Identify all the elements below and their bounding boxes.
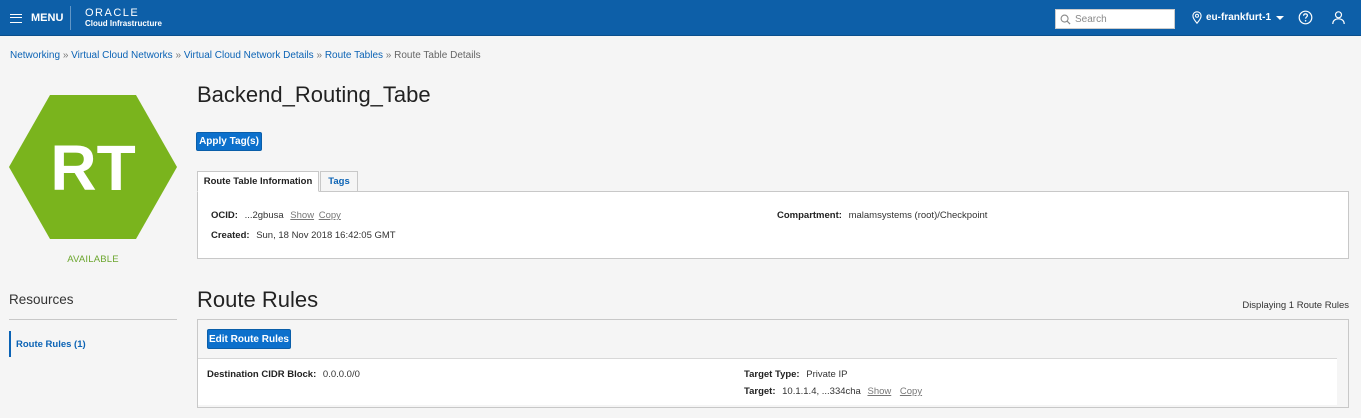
apply-tags-button[interactable]: Apply Tag(s) [196,132,262,151]
created-value: Sun, 18 Nov 2018 16:42:05 GMT [256,230,396,241]
target-copy-link[interactable]: Copy [900,386,922,397]
help-icon [1298,10,1313,25]
search-input[interactable] [1075,13,1170,25]
route-rule-row [198,358,1337,405]
target-type-field: Target Type: Private IP [744,369,847,380]
destination-cidr-value: 0.0.0.0/0 [322,369,360,380]
compartment-label: Compartment: [777,210,842,221]
ocid-copy-link[interactable]: Copy [319,210,341,221]
breadcrumb-vcn-details[interactable]: Virtual Cloud Network Details [184,50,314,61]
hamburger-icon [10,13,22,23]
hexagon-badge-text: RT [50,132,135,204]
tab-route-table-information[interactable]: Route Table Information [197,171,319,192]
search-icon [1060,14,1071,25]
target-value: 10.1.1.4, ...334cha [782,386,861,397]
target-field: Target: 10.1.1.4, ...334cha Show Copy [744,386,922,397]
ocid-value: ...2gbusa [244,210,284,221]
breadcrumb-separator: » [62,50,69,61]
compartment-field: Compartment: malamsystems (root)/Checkpo… [777,210,987,221]
help-button[interactable] [1298,10,1313,30]
tab-tags[interactable]: Tags [320,171,358,192]
created-label: Created: [211,230,250,241]
menu-label: MENU [31,12,64,24]
compartment-value: malamsystems (root)/Checkpoint [848,210,988,221]
route-table-info-panel [197,191,1349,259]
breadcrumb-virtual-cloud-networks[interactable]: Virtual Cloud Networks [71,50,173,61]
breadcrumb-current: Route Table Details [394,50,481,61]
topbar-divider [70,6,71,30]
location-pin-icon [1192,11,1202,24]
route-rules-count: Displaying 1 Route Rules [1242,300,1349,311]
target-type-value: Private IP [806,369,848,380]
edit-route-rules-button[interactable]: Edit Route Rules [207,329,291,349]
search-box[interactable] [1055,9,1175,29]
status-label: AVAILABLE [67,254,119,265]
region-label: eu-frankfurt-1 [1206,12,1272,23]
ocid-show-link[interactable]: Show [290,210,314,221]
destination-cidr-label: Destination CIDR Block: [207,369,317,380]
user-profile-button[interactable] [1331,10,1346,30]
created-field: Created: Sun, 18 Nov 2018 16:42:05 GMT [211,230,396,241]
destination-cidr-field: Destination CIDR Block: 0.0.0.0/0 [207,369,360,380]
ocid-field: OCID: ...2gbusa Show Copy [211,210,341,221]
menu-button[interactable]: MENU [10,0,63,36]
sidebar-item-route-rules[interactable]: Route Rules (1) [9,331,177,357]
breadcrumb-separator: » [385,50,392,61]
user-icon [1332,11,1345,25]
breadcrumb-separator: » [316,50,323,61]
brand-oracle: ORACLE [85,7,140,19]
chevron-down-icon [1276,15,1285,20]
target-show-link[interactable]: Show [867,386,891,397]
brand-cloud-infrastructure: Cloud Infrastructure [85,19,162,28]
breadcrumb-networking[interactable]: Networking [10,50,60,61]
top-navigation-bar: MENU ORACLE Cloud Infrastructure eu-fran… [0,0,1361,36]
target-type-label: Target Type: [744,369,800,380]
oracle-cloud-logo[interactable]: ORACLE Cloud Infrastructure [85,8,162,28]
breadcrumb: Networking » Virtual Cloud Networks » Vi… [10,50,481,61]
resources-heading: Resources [9,292,74,307]
resources-divider [9,319,177,320]
breadcrumb-route-tables[interactable]: Route Tables [325,50,383,61]
target-label: Target: [744,386,776,397]
region-selector[interactable]: eu-frankfurt-1 [1192,11,1285,24]
ocid-label: OCID: [211,210,238,221]
breadcrumb-separator: » [175,50,182,61]
route-rules-heading: Route Rules [197,287,319,312]
page-title: Backend_Routing_Tabe [197,82,431,107]
route-table-hexagon-icon: RT [9,95,177,239]
